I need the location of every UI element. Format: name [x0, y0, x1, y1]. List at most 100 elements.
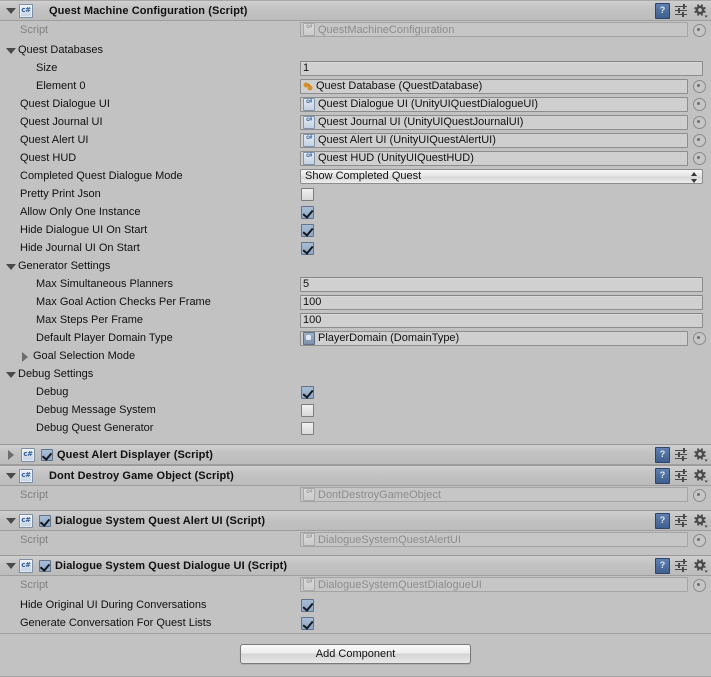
foldout-row-debug-settings[interactable]: Debug Settings	[0, 365, 711, 383]
property-label-debug-quest-generator: Debug Quest Generator	[36, 422, 154, 434]
foldout-arrow-dialogue-system-quest-alert-ui[interactable]	[6, 511, 17, 530]
property-row-quest-dialogue-ui: Quest Dialogue UI Quest Dialogue UI (Uni…	[0, 95, 711, 113]
component-enable-checkbox[interactable]	[39, 559, 51, 572]
component-header-actions	[655, 511, 708, 530]
foldout-arrow-generator-settings[interactable]	[6, 257, 17, 276]
gear-icon[interactable]	[694, 468, 708, 483]
script-object-field-wrapper: QuestMachineConfiguration	[300, 22, 688, 37]
component-enable-checkbox[interactable]	[41, 448, 53, 461]
foldout-arrow-quest-machine-configuration[interactable]	[6, 1, 17, 20]
completed-quest-dialogue-mode-dropdown[interactable]: Show Completed Quest	[300, 168, 703, 184]
object-picker-icon[interactable]	[693, 534, 706, 547]
help-book-icon[interactable]	[655, 446, 670, 463]
foldout-label-quest-databases: Quest Databases	[18, 44, 103, 56]
component-header-quest-machine-configuration[interactable]: Quest Machine Configuration (Script)	[0, 0, 711, 21]
property-row-script: Script DialogueSystemQuestDialogueUI	[0, 576, 711, 593]
property-label-debug: Debug	[36, 386, 69, 398]
component-header-dialogue-system-quest-dialogue-ui[interactable]: Dialogue System Quest Dialogue UI (Scrip…	[0, 555, 711, 576]
component-header-dialogue-system-quest-alert-ui[interactable]: Dialogue System Quest Alert UI (Script)	[0, 510, 711, 531]
checkbox-debug[interactable]	[301, 385, 314, 399]
checkbox-debug-message-system[interactable]	[301, 403, 314, 417]
checkbox-hide-journal-ui-on-start[interactable]	[301, 241, 314, 255]
property-row-script: Script QuestMachineConfiguration	[0, 21, 711, 38]
component-header-quest-alert-displayer[interactable]: Quest Alert Displayer (Script)	[0, 444, 711, 465]
checkbox-generate-conversation-for-quest-lists[interactable]	[301, 616, 314, 630]
object-picker-icon[interactable]	[693, 134, 706, 147]
preset-icon[interactable]	[675, 558, 689, 573]
checkbox-pretty-print-json[interactable]	[301, 187, 314, 201]
preset-icon[interactable]	[675, 447, 689, 462]
script-object-value: DialogueSystemQuestAlertUI	[318, 533, 462, 546]
component-enable-checkbox[interactable]	[39, 514, 51, 527]
property-row-max-steps-per-frame: Max Steps Per Frame 100	[0, 311, 711, 329]
csharp-script-icon	[19, 3, 33, 18]
object-picker-icon[interactable]	[693, 116, 706, 129]
foldout-label-goal-selection-mode: Goal Selection Mode	[33, 350, 136, 362]
help-book-icon[interactable]	[655, 557, 670, 574]
gear-icon[interactable]	[694, 513, 708, 528]
csharp-script-icon	[19, 558, 33, 573]
quest-alert-ui-field-wrapper: Quest Alert UI (UnityUIQuestAlertUI)	[300, 132, 688, 148]
property-label-size: Size	[36, 62, 58, 74]
help-book-icon[interactable]	[655, 512, 670, 529]
checkbox-hide-original-ui-during-conversations[interactable]	[301, 598, 314, 612]
csharp-script-icon	[303, 151, 315, 165]
preset-icon[interactable]	[675, 3, 689, 18]
gear-icon[interactable]	[694, 447, 708, 462]
foldout-arrow-goal-selection-mode[interactable]	[20, 347, 31, 366]
scriptable-object-icon	[303, 81, 313, 92]
chevron-updown-icon	[691, 171, 697, 183]
object-picker-icon[interactable]	[693, 98, 706, 111]
property-label-allow-only-one-instance: Allow Only One Instance	[20, 206, 141, 218]
add-component-button[interactable]: Add Component	[240, 644, 471, 664]
quest-dialogue-ui-object-field[interactable]: Quest Dialogue UI (UnityUIQuestDialogueU…	[300, 96, 688, 112]
foldout-row-generator-settings[interactable]: Generator Settings	[0, 257, 711, 275]
default-player-domain-type-wrapper: PlayerDomain (DomainType)	[300, 330, 688, 346]
preset-icon[interactable]	[675, 513, 689, 528]
object-picker-icon[interactable]	[693, 24, 706, 37]
size-input[interactable]: 1	[300, 60, 703, 76]
checkbox-allow-only-one-instance[interactable]	[301, 205, 314, 219]
quest-journal-ui-object-field[interactable]: Quest Journal UI (UnityUIQuestJournalUI)	[300, 114, 688, 130]
checkbox-debug-quest-generator[interactable]	[301, 421, 314, 435]
help-book-icon[interactable]	[655, 467, 670, 484]
element-0-object-field[interactable]: Quest Database (QuestDatabase)	[300, 78, 688, 94]
help-book-icon[interactable]	[655, 2, 670, 19]
foldout-label-debug-settings: Debug Settings	[18, 368, 94, 380]
object-picker-icon[interactable]	[693, 579, 706, 592]
foldout-arrow-quest-databases[interactable]	[6, 41, 17, 60]
foldout-row-quest-databases[interactable]: Quest Databases	[0, 41, 711, 59]
object-picker-icon[interactable]	[693, 332, 706, 345]
checkbox-hide-dialogue-ui-on-start[interactable]	[301, 223, 314, 237]
object-picker-icon[interactable]	[693, 489, 706, 502]
quest-alert-ui-value: Quest Alert UI (UnityUIQuestAlertUI)	[318, 134, 496, 146]
property-label-element-0: Element 0	[36, 80, 86, 92]
property-row-element-0: Element 0 Quest Database (QuestDatabase)	[0, 77, 711, 95]
foldout-arrow-dont-destroy-game-object[interactable]	[6, 466, 17, 485]
object-picker-icon[interactable]	[693, 80, 706, 93]
foldout-arrow-quest-alert-displayer[interactable]	[6, 445, 17, 464]
quest-alert-ui-object-field[interactable]: Quest Alert UI (UnityUIQuestAlertUI)	[300, 132, 688, 148]
property-row-generate-conversation-for-quest-lists: Generate Conversation For Quest Lists	[0, 614, 711, 632]
csharp-script-icon	[303, 115, 315, 129]
property-row-size: Size 1	[0, 59, 711, 77]
component-header-actions	[655, 445, 708, 464]
foldout-arrow-dialogue-system-quest-dialogue-ui[interactable]	[6, 556, 17, 575]
max-simultaneous-planners-input[interactable]: 5	[300, 276, 703, 292]
max-steps-per-frame-input[interactable]: 100	[300, 312, 703, 328]
component-header-dont-destroy-game-object[interactable]: Dont Destroy Game Object (Script)	[0, 465, 711, 486]
default-player-domain-type-object-field[interactable]: PlayerDomain (DomainType)	[300, 330, 688, 346]
object-picker-icon[interactable]	[693, 152, 706, 165]
foldout-row-goal-selection-mode[interactable]: Goal Selection Mode	[0, 347, 711, 365]
gear-icon[interactable]	[694, 3, 708, 18]
quest-hud-value: Quest HUD (UnityUIQuestHUD)	[318, 152, 474, 164]
gear-icon[interactable]	[694, 558, 708, 573]
component-title: Dont Destroy Game Object (Script)	[49, 469, 234, 482]
foldout-arrow-debug-settings[interactable]	[6, 365, 17, 384]
csharp-script-icon	[303, 578, 315, 591]
max-goal-action-checks-per-frame-input[interactable]: 100	[300, 294, 703, 310]
quest-hud-object-field[interactable]: Quest HUD (UnityUIQuestHUD)	[300, 150, 688, 166]
property-row-debug: Debug	[0, 383, 711, 401]
preset-icon[interactable]	[675, 468, 689, 483]
component-header-actions	[655, 556, 708, 575]
